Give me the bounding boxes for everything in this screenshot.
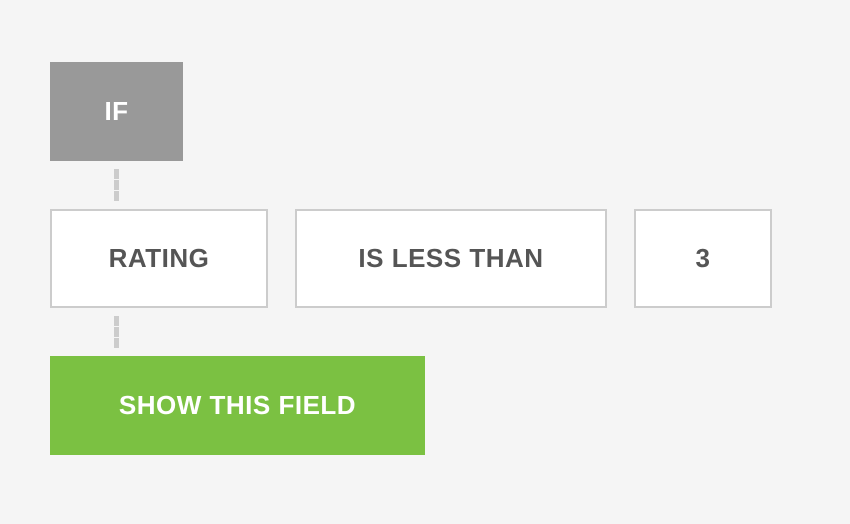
value-label: 3 — [696, 243, 711, 274]
field-label: RATING — [109, 243, 210, 274]
if-condition-block: IF — [50, 62, 183, 161]
action-label: SHOW THIS FIELD — [119, 390, 356, 421]
if-label: IF — [104, 96, 128, 127]
connector-line — [114, 169, 119, 201]
conditional-logic-diagram: IF RATING IS LESS THAN 3 SHOW THIS FIELD — [50, 62, 772, 455]
field-selector-block: RATING — [50, 209, 268, 308]
operator-block: IS LESS THAN — [295, 209, 607, 308]
condition-row: RATING IS LESS THAN 3 — [50, 209, 772, 308]
action-block: SHOW THIS FIELD — [50, 356, 425, 455]
connector-line — [114, 316, 119, 348]
value-block: 3 — [634, 209, 772, 308]
operator-label: IS LESS THAN — [358, 243, 543, 274]
